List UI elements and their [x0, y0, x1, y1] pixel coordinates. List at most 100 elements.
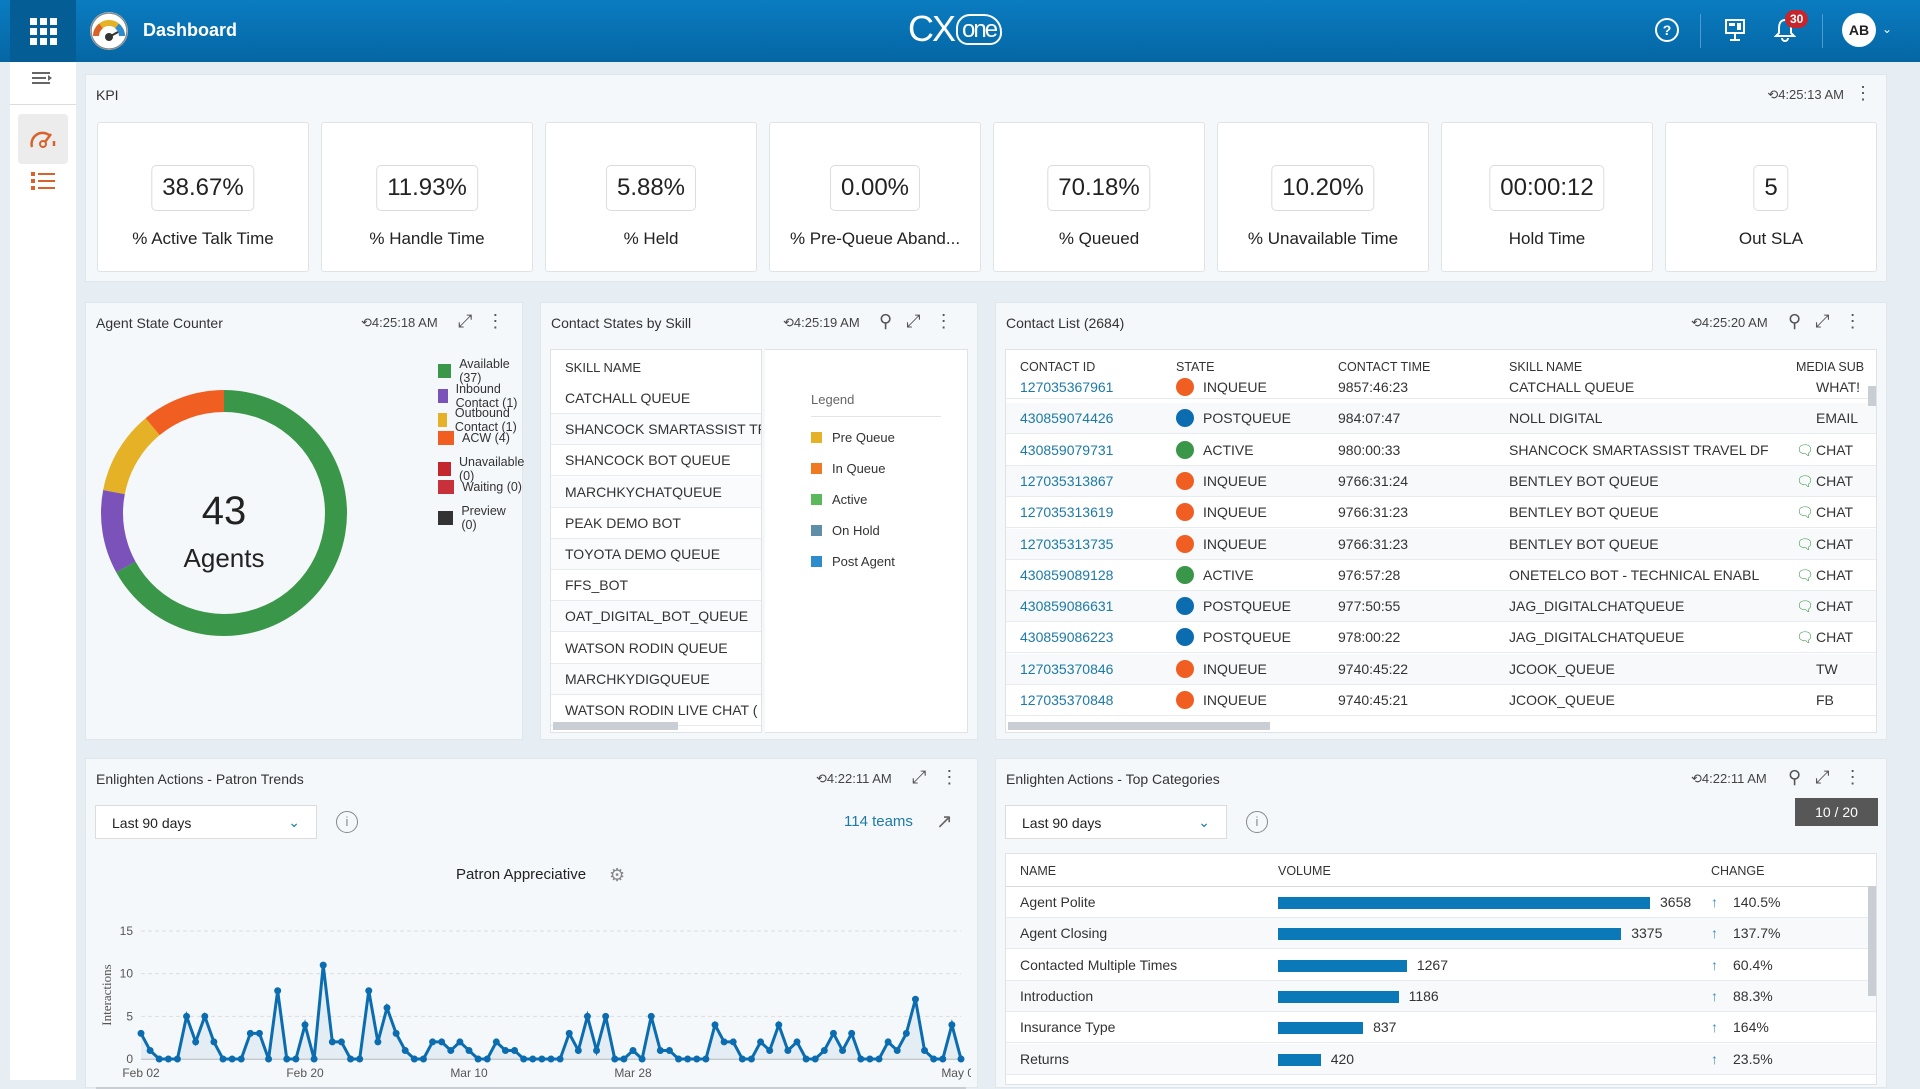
category-row[interactable]: Agent Closing 3375 ↑ 137.7% [1006, 918, 1876, 950]
legend-item[interactable]: On Hold [811, 523, 880, 538]
vertical-scrollbar[interactable] [1868, 386, 1876, 406]
horizontal-scrollbar[interactable] [553, 722, 678, 730]
search-icon[interactable]: ⚲ [879, 311, 892, 332]
kpi-card[interactable]: 5 Out SLA [1665, 122, 1877, 272]
teams-link[interactable]: 114 teams [844, 813, 913, 830]
contact-row[interactable]: 127035313735 INQUEUE 9766:31:23 BENTLEY BOT… [1006, 528, 1876, 560]
skill-row[interactable]: SHANCOCK SMARTASSIST TF [551, 414, 761, 446]
category-row[interactable]: Introduction 1186 ↑ 88.3% [1006, 980, 1876, 1012]
kpi-card[interactable]: 0.00% % Pre-Queue Aband... [769, 122, 981, 272]
legend-item[interactable]: Active [811, 492, 867, 507]
column-header[interactable]: SKILL NAME [1509, 360, 1582, 374]
date-range-dropdown[interactable]: Last 90 days ⌄ [95, 805, 317, 839]
kpi-card[interactable]: 70.18% % Queued [993, 122, 1205, 272]
contact-id-link[interactable]: 430859074426 [1020, 410, 1113, 426]
column-header[interactable]: CHANGE [1711, 864, 1764, 878]
horizontal-scrollbar[interactable] [1008, 722, 1270, 730]
expand-icon[interactable]: ⤢ [912, 767, 926, 788]
contact-row[interactable]: 127035370848 INQUEUE 9740:45:21 JCOOK_QUEUE… [1006, 685, 1876, 716]
skill-row[interactable]: MARCHKYDIGQUEUE [551, 663, 761, 695]
column-header[interactable]: MEDIA SUB [1796, 360, 1864, 374]
legend-item[interactable]: Preview (0) [438, 504, 522, 532]
kpi-card[interactable]: 10.20% % Unavailable Time [1217, 122, 1429, 272]
contact-id-link[interactable]: 430859086223 [1020, 629, 1113, 645]
kpi-card[interactable]: 38.67% % Active Talk Time [97, 122, 309, 272]
app-launcher-button[interactable] [10, 0, 76, 62]
category-row[interactable]: Returns 420 ↑ 23.5% [1006, 1043, 1876, 1075]
skill-row[interactable]: CATCHALL QUEUE [551, 383, 761, 414]
help-icon[interactable]: ? [1655, 18, 1679, 42]
category-row[interactable]: Insurance Type 837 ↑ 164% [1006, 1012, 1876, 1044]
contact-id-link[interactable]: 430859086631 [1020, 598, 1113, 614]
contact-id-link[interactable]: 127035370848 [1020, 692, 1113, 708]
legend-item[interactable]: In Queue [811, 461, 886, 476]
search-icon[interactable]: ⚲ [1788, 311, 1801, 332]
legend-item[interactable]: Pre Queue [811, 430, 895, 445]
expand-icon[interactable]: ⤢ [1815, 311, 1829, 332]
legend-item[interactable]: ACW (4) [438, 430, 510, 445]
kpi-card[interactable]: 00:00:12 Hold Time [1441, 122, 1653, 272]
column-header[interactable]: STATE [1176, 360, 1214, 374]
contact-id-link[interactable]: 127035313867 [1020, 473, 1113, 489]
category-row[interactable]: Contacted Multiple Times 1267 ↑ 60.4% [1006, 949, 1876, 981]
donut-segment[interactable] [145, 390, 225, 436]
contact-id-link[interactable]: 127035370846 [1020, 661, 1113, 677]
column-header[interactable]: VOLUME [1278, 864, 1331, 878]
y-axis-label: Interactions [99, 964, 114, 1025]
category-row[interactable]: Agent Polite 3658 ↑ 140.5% [1006, 887, 1876, 918]
skill-row[interactable]: PEAK DEMO BOT [551, 507, 761, 539]
wallboard-icon[interactable] [1724, 18, 1746, 48]
search-icon[interactable]: ⚲ [1788, 767, 1801, 788]
column-header[interactable]: CONTACT ID [1020, 360, 1095, 374]
contact-id-link[interactable]: 430859079731 [1020, 442, 1113, 458]
legend-item[interactable]: Waiting (0) [438, 479, 522, 494]
sidebar-toggle-icon[interactable] [30, 70, 54, 94]
skill-row[interactable]: WATSON RODIN QUEUE [551, 632, 761, 664]
sidebar-item-list[interactable] [30, 170, 56, 198]
info-icon[interactable]: i [1246, 811, 1268, 833]
kpi-card[interactable]: 11.93% % Handle Time [321, 122, 533, 272]
contact-row[interactable]: 127035367961 INQUEUE 9857:46:23 CATCHALL QU… [1006, 377, 1876, 399]
expand-icon[interactable]: ⤢ [1815, 767, 1829, 788]
expand-icon[interactable]: ⤢ [458, 311, 472, 332]
column-header[interactable]: CONTACT TIME [1338, 360, 1430, 374]
legend-item[interactable]: Post Agent [811, 554, 895, 569]
skill-row[interactable]: FFS_BOT [551, 570, 761, 602]
skill-row[interactable]: OAT_DIGITAL_BOT_QUEUE [551, 601, 761, 633]
sidebar-item-dashboard[interactable] [18, 114, 68, 164]
skill-row[interactable]: TOYOTA DEMO QUEUE [551, 539, 761, 570]
user-avatar[interactable]: AB [1842, 13, 1876, 47]
column-header[interactable]: NAME [1020, 864, 1056, 878]
contact-id-link[interactable]: 127035313735 [1020, 536, 1113, 552]
contact-row[interactable]: 127035313619 INQUEUE 9766:31:23 BENTLEY BOT… [1006, 497, 1876, 529]
more-icon[interactable]: ⋮ [1844, 311, 1862, 332]
more-icon[interactable]: ⋮ [935, 311, 953, 332]
more-icon[interactable]: ⋮ [940, 767, 958, 788]
contact-row[interactable]: 430859086223 POSTQUEUE 978:00:22 JAG_DIGITA… [1006, 622, 1876, 654]
info-icon[interactable]: i [336, 811, 358, 833]
data-point [155, 1055, 163, 1063]
donut-segment[interactable] [103, 418, 160, 495]
skill-row[interactable]: SHANCOCK BOT QUEUE [551, 445, 761, 477]
contact-id-link[interactable]: 430859089128 [1020, 567, 1113, 583]
more-icon[interactable]: ⋮ [486, 311, 504, 332]
contact-row[interactable]: 127035313867 INQUEUE 9766:31:24 BENTLEY BOT… [1006, 465, 1876, 497]
contact-id-link[interactable]: 127035313619 [1020, 504, 1113, 520]
more-icon[interactable]: ⋮ [1844, 767, 1862, 788]
contact-row[interactable]: 430859079731 ACTIVE 980:00:33 SHANCOCK SMAR… [1006, 434, 1876, 466]
chevron-down-icon[interactable]: ⌄ [1882, 22, 1892, 36]
kpi-card[interactable]: 5.88% % Held [545, 122, 757, 272]
skill-row[interactable]: MARCHKYCHATQUEUE [551, 476, 761, 508]
contact-row[interactable]: 430859074426 POSTQUEUE 984:07:47 NOLL DIGIT… [1006, 403, 1876, 435]
contact-row[interactable]: 430859086631 POSTQUEUE 977:50:55 JAG_DIGITA… [1006, 591, 1876, 623]
vertical-scrollbar[interactable] [1868, 886, 1876, 996]
data-point [957, 1055, 965, 1063]
kpi-more-icon[interactable]: ⋮ [1854, 83, 1872, 104]
expand-icon[interactable]: ⤢ [906, 311, 920, 332]
date-range-dropdown[interactable]: Last 90 days ⌄ [1005, 805, 1227, 839]
contact-row[interactable]: 430859089128 ACTIVE 976:57:28 ONETELCO BOT … [1006, 559, 1876, 591]
data-point [620, 1055, 628, 1063]
contact-id-link[interactable]: 127035367961 [1020, 379, 1113, 395]
contact-row[interactable]: 127035370846 INQUEUE 9740:45:22 JCOOK_QUEUE… [1006, 653, 1876, 685]
external-link-icon[interactable]: ↗ [936, 809, 953, 834]
